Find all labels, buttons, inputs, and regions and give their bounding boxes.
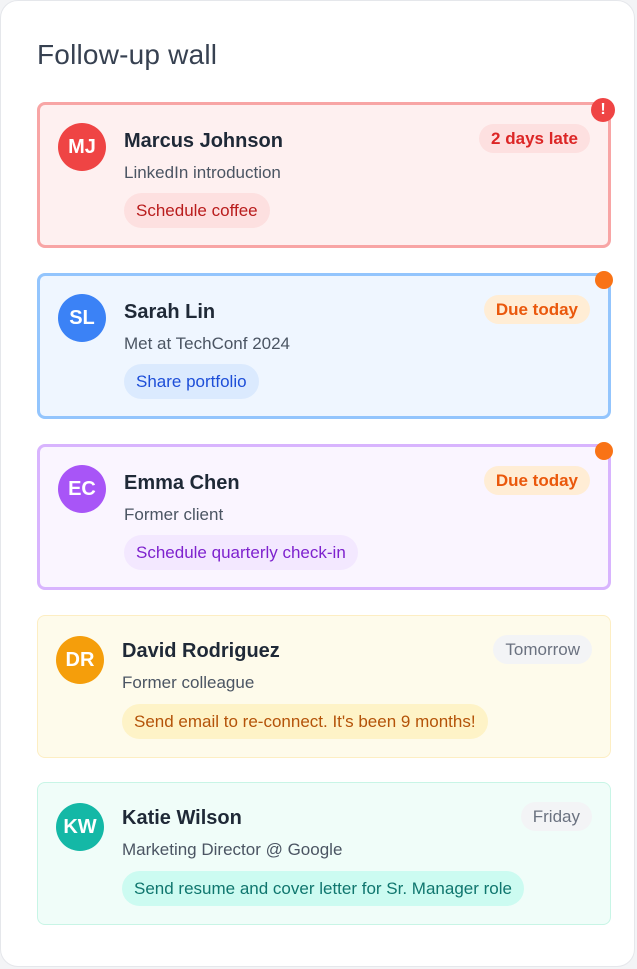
contact-card-sarah-lin[interactable]: SL Sarah Lin Met at TechConf 2024 Share … bbox=[37, 271, 613, 419]
contact-name: Marcus Johnson bbox=[124, 130, 283, 152]
overdue-alert-icon: ! bbox=[591, 98, 615, 122]
avatar: MJ bbox=[58, 123, 106, 171]
status-badge: Due today bbox=[483, 295, 590, 324]
follow-up-panel: Follow-up wall MJ Marcus Johnson LinkedI… bbox=[0, 0, 635, 967]
action-chip[interactable]: Share portfolio bbox=[124, 364, 259, 399]
contact-card-marcus-johnson[interactable]: MJ Marcus Johnson LinkedIn introduction … bbox=[37, 98, 615, 248]
contact-card-katie-wilson[interactable]: KW Katie Wilson Marketing Director @ Goo… bbox=[37, 782, 611, 925]
contact-context: Former colleague bbox=[122, 673, 255, 692]
contact-context: Former client bbox=[124, 505, 224, 524]
contact-card-david-rodriguez[interactable]: DR David Rodriguez Former colleague Send… bbox=[37, 615, 611, 758]
status-badge: Friday bbox=[520, 802, 592, 831]
page-title: Follow-up wall bbox=[37, 39, 218, 70]
status-badge: Tomorrow bbox=[493, 635, 592, 664]
due-indicator-dot-icon bbox=[595, 442, 613, 460]
contact-name: Emma Chen bbox=[124, 472, 240, 494]
contact-name: Sarah Lin bbox=[124, 301, 216, 323]
contact-context: LinkedIn introduction bbox=[124, 163, 281, 182]
avatar: SL bbox=[58, 294, 106, 342]
action-chip[interactable]: Schedule quarterly check-in bbox=[124, 535, 358, 570]
avatar: DR bbox=[56, 636, 104, 684]
status-badge: 2 days late bbox=[479, 124, 590, 153]
contact-context: Met at TechConf 2024 bbox=[124, 334, 291, 353]
contact-context: Marketing Director @ Google bbox=[122, 840, 343, 859]
contact-name: Katie Wilson bbox=[122, 807, 242, 829]
contact-name: David Rodriguez bbox=[122, 640, 280, 662]
status-badge: Due today bbox=[483, 466, 590, 495]
due-indicator-dot-icon bbox=[595, 271, 613, 289]
action-chip[interactable]: Send email to re-connect. It's been 9 mo… bbox=[122, 704, 488, 739]
avatar: EC bbox=[58, 465, 106, 513]
action-chip[interactable]: Schedule coffee bbox=[124, 193, 270, 228]
contact-card-emma-chen[interactable]: EC Emma Chen Former client Schedule quar… bbox=[37, 442, 613, 590]
action-chip[interactable]: Send resume and cover letter for Sr. Man… bbox=[122, 871, 524, 906]
avatar: KW bbox=[56, 803, 104, 851]
